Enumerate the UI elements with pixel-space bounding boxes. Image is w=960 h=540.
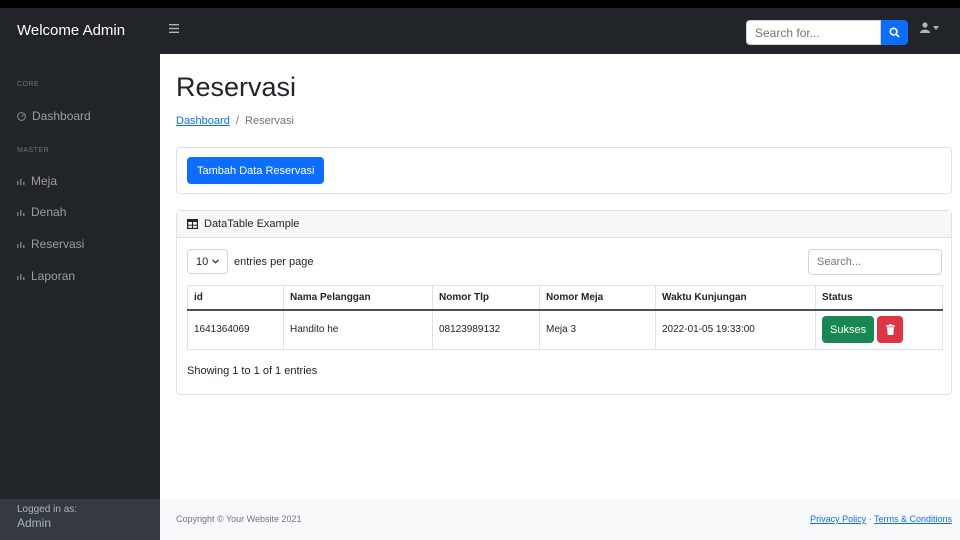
breadcrumb-separator: / (235, 115, 239, 127)
sidebar-item-meja[interactable]: Meja (17, 171, 152, 191)
breadcrumb-current: Reservasi (245, 115, 294, 127)
datatable-title: DataTable Example (204, 218, 300, 230)
terms-link[interactable]: Terms & Conditions (874, 514, 952, 524)
table-row: 1641364069 Handito he 08123989132 Meja 3… (187, 309, 943, 350)
sidebar: CORE Dashboard MASTER Meja Denah Reserva… (0, 54, 160, 540)
entries-per-page-select[interactable]: 10 (187, 249, 228, 274)
sidebar-item-label: Denah (31, 205, 67, 219)
trash-icon (885, 324, 895, 335)
reservations-table: id Nama Pelanggan Nomor Tlp Nomor Meja W… (187, 285, 943, 350)
sidebar-item-label: Laporan (31, 269, 76, 283)
datatable-card-header: DataTable Example (177, 211, 951, 238)
column-header-waktu[interactable]: Waktu Kunjungan (655, 285, 816, 311)
top-navbar: Welcome Admin (0, 8, 960, 54)
privacy-policy-link[interactable]: Privacy Policy (810, 514, 866, 524)
sidebar-heading-core: CORE (17, 81, 40, 88)
status-success-button[interactable]: Sukses (822, 316, 875, 343)
entries-per-page: 10 entries per page (187, 249, 314, 274)
bars-icon (169, 24, 179, 33)
cell-status: Sukses (815, 309, 943, 350)
caret-down-icon (933, 25, 939, 30)
breadcrumb-link-dashboard[interactable]: Dashboard (176, 115, 230, 127)
column-header-meja[interactable]: Nomor Meja (539, 285, 656, 311)
chart-icon (17, 241, 25, 248)
user-dropdown[interactable] (920, 22, 939, 33)
table-info: Showing 1 to 1 of 1 entries (187, 365, 318, 377)
sidebar-footer: Logged in as: Admin (0, 499, 160, 540)
navbar-search-input[interactable] (746, 20, 881, 45)
copyright-text: Copyright © Your Website 2021 (176, 514, 302, 524)
breadcrumb: Dashboard / Reservasi (176, 115, 294, 127)
sidebar-item-label: Reservasi (31, 237, 85, 251)
chart-icon (17, 273, 25, 280)
logged-in-label: Logged in as: (17, 504, 78, 515)
datatable-search-input[interactable] (808, 249, 942, 275)
navbar-search-button[interactable] (881, 20, 908, 45)
sidebar-item-label: Dashboard (32, 109, 91, 123)
sidebar-item-dashboard[interactable]: Dashboard (17, 106, 152, 126)
column-header-nama[interactable]: Nama Pelanggan (283, 285, 433, 311)
datatable-card: DataTable Example 10 entries per page id… (176, 210, 952, 395)
column-header-tlp[interactable]: Nomor Tlp (432, 285, 540, 311)
chevron-down-icon (212, 259, 219, 264)
status-actions: Sukses (822, 311, 936, 349)
user-icon (920, 22, 930, 33)
sidebar-item-label: Meja (31, 174, 58, 188)
logged-in-user: Admin (17, 516, 52, 530)
footer-link-separator: · (868, 514, 872, 524)
main-content: Reservasi Dashboard / Reservasi Tambah D… (160, 54, 960, 540)
page-title: Reservasi (176, 72, 297, 102)
column-header-status[interactable]: Status (815, 285, 943, 311)
cell-id: 1641364069 (187, 309, 284, 350)
cell-meja: Meja 3 (539, 309, 656, 350)
app-window: Welcome Admin CORE Dashboard MASTER Meja (0, 8, 960, 540)
cell-waktu: 2022-01-05 19:33:00 (655, 309, 816, 350)
entries-per-page-label: entries per page (234, 255, 314, 268)
navbar-brand[interactable]: Welcome Admin (17, 22, 125, 39)
sidebar-item-laporan[interactable]: Laporan (17, 266, 152, 286)
delete-button[interactable] (877, 316, 904, 343)
chart-icon (17, 209, 25, 216)
page-footer: Copyright © Your Website 2021 Privacy Po… (160, 499, 960, 540)
table-icon (187, 219, 198, 229)
footer-links: Privacy Policy · Terms & Conditions (810, 514, 952, 524)
column-header-id[interactable]: id (187, 285, 284, 311)
add-reservation-button[interactable]: Tambah Data Reservasi (187, 157, 325, 184)
navbar-search (746, 20, 908, 45)
chart-icon (17, 178, 25, 185)
action-card: Tambah Data Reservasi (176, 147, 952, 194)
sidebar-item-reservasi[interactable]: Reservasi (17, 234, 152, 254)
sidebar-toggle-button[interactable] (169, 21, 179, 36)
entries-per-page-value: 10 (196, 255, 209, 268)
cell-tlp: 08123989132 (432, 309, 540, 350)
search-icon (889, 27, 900, 38)
sidebar-item-denah[interactable]: Denah (17, 202, 152, 222)
sidebar-heading-master: MASTER (17, 147, 50, 154)
cell-nama: Handito he (283, 309, 433, 350)
tachometer-icon (17, 111, 26, 121)
table-header-row: id Nama Pelanggan Nomor Tlp Nomor Meja W… (187, 285, 943, 311)
